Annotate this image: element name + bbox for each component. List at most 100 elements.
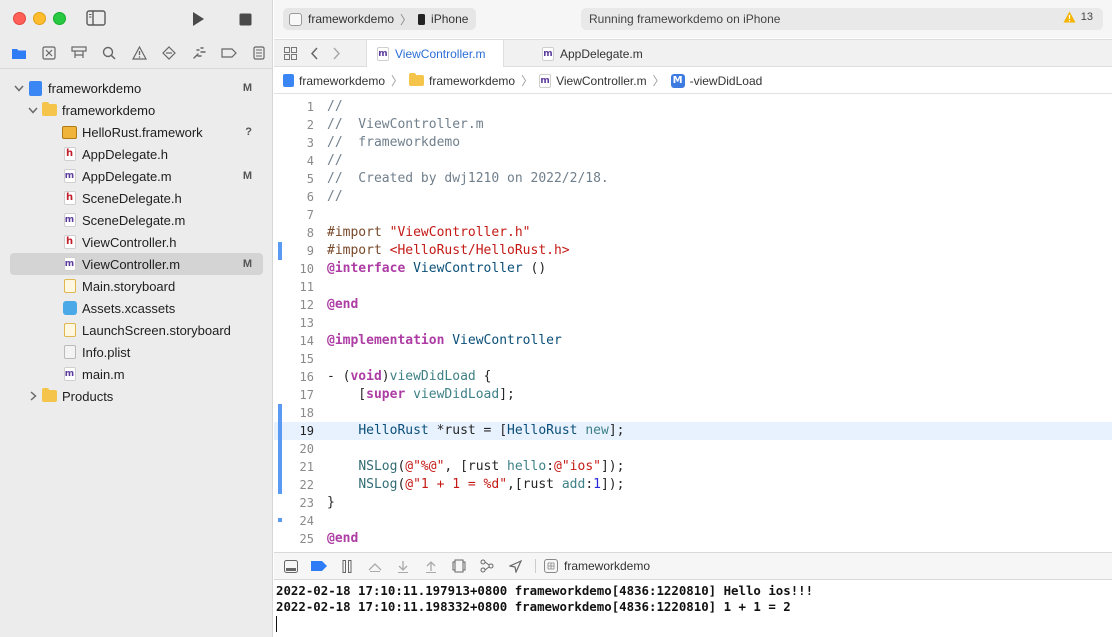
breadcrumb-file[interactable]: m ViewController.m (539, 73, 647, 88)
tree-item[interactable]: LaunchScreen.storyboard (0, 319, 273, 341)
tree-item[interactable]: h ViewController.h (0, 231, 273, 253)
line-number: 17 (299, 388, 314, 402)
code-line[interactable]: 4 // (274, 152, 1112, 170)
tree-item[interactable]: h SceneDelegate.h (0, 187, 273, 209)
project-navigator-icon[interactable] (9, 43, 29, 63)
code-line[interactable]: 13 (274, 314, 1112, 332)
test-navigator-icon[interactable] (159, 43, 179, 63)
navigator-selector-bar (0, 40, 273, 66)
tree-item[interactable]: Products (0, 385, 273, 407)
tree-item[interactable]: m ViewController.m M (10, 253, 263, 275)
chevron-down-icon[interactable] (28, 105, 38, 115)
source-control-navigator-icon[interactable] (39, 43, 59, 63)
code-line[interactable]: 5 // Created by dwj1210 on 2022/2/18. (274, 170, 1112, 188)
tree-item[interactable]: Main.storyboard (0, 275, 273, 297)
warning-count: 13 (1080, 11, 1093, 23)
change-indicator[interactable] (278, 518, 282, 522)
tree-item[interactable]: frameworkdemo M (0, 77, 273, 99)
code-line[interactable]: 6 // (274, 188, 1112, 206)
step-into-icon[interactable] (395, 558, 411, 574)
code-line[interactable]: 15 (274, 350, 1112, 368)
step-over-icon[interactable] (367, 558, 383, 574)
line-number: 15 (299, 352, 314, 366)
tab-appdelegate-m[interactable]: m AppDelegate.m (532, 40, 660, 67)
minimize-window-button[interactable] (33, 12, 46, 25)
code-line[interactable]: 9 #import <HelloRust/HelloRust.h> (274, 242, 1112, 260)
tree-item[interactable]: m main.m (0, 363, 273, 385)
code-line[interactable]: 12 @end (274, 296, 1112, 314)
change-indicator[interactable] (278, 404, 282, 494)
scheme-selector[interactable]: frameworkdemo 〉 iPhone (283, 8, 477, 30)
tree-item[interactable]: Info.plist (0, 341, 273, 363)
warning-icon[interactable] (129, 43, 149, 63)
tree-item-label: main.m (82, 366, 125, 382)
code-line[interactable]: 20 (274, 440, 1112, 458)
project-icon (28, 80, 43, 96)
hide-debug-area-icon[interactable] (283, 558, 299, 574)
code-line[interactable]: 18 (274, 404, 1112, 422)
console-line: 2022-02-18 17:10:11.198332+0800 framewor… (276, 599, 791, 614)
tree-item[interactable]: Assets.xcassets (0, 297, 273, 319)
search-icon[interactable] (99, 43, 119, 63)
tree-item[interactable]: HelloRust.framework? (0, 121, 273, 143)
back-arrow-icon[interactable] (306, 45, 322, 61)
tree-item-label: AppDelegate.m (82, 168, 172, 184)
tree-item-label: Info.plist (82, 344, 131, 360)
code-line[interactable]: 11 (274, 278, 1112, 296)
source-editor[interactable]: 1 // 2 // ViewController.m 3 // frameworkdemo… (274, 95, 1112, 551)
line-number: 10 (299, 262, 314, 276)
method-icon: M (670, 73, 685, 88)
debug-target[interactable]: frameworkdemo (535, 559, 650, 573)
change-indicator[interactable] (278, 242, 282, 260)
close-window-button[interactable] (13, 12, 26, 25)
breakpoints-toggle-icon[interactable] (311, 558, 327, 574)
run-button[interactable] (188, 9, 208, 29)
breadcrumb-symbol[interactable]: M -viewDidLoad (670, 73, 762, 88)
location-icon[interactable] (507, 558, 523, 574)
code-line[interactable]: 10 @interface ViewController () (274, 260, 1112, 278)
breadcrumb-project[interactable]: frameworkdemo (283, 74, 385, 88)
tree-item[interactable]: m SceneDelegate.m (0, 209, 273, 231)
tab-viewcontroller-m[interactable]: m ViewController.m (366, 40, 504, 67)
tree-item[interactable]: frameworkdemo (0, 99, 273, 121)
destination-name[interactable]: iPhone (431, 12, 468, 26)
code-text: // Created by dwj1210 on 2022/2/18. (327, 171, 609, 186)
code-line[interactable]: 21 NSLog(@"%@", [rust hello:@"ios"]); (274, 458, 1112, 476)
sidebar-toggle-icon[interactable] (86, 10, 106, 26)
code-line[interactable]: 23} (274, 494, 1112, 512)
code-line[interactable]: 16 - (void)viewDidLoad { (274, 368, 1112, 386)
jump-bar: frameworkdemo 〉 frameworkdemo 〉 m ViewCo… (274, 68, 1112, 94)
warning-indicator[interactable]: 13 (1063, 11, 1093, 23)
breadcrumb-group[interactable]: frameworkdemo (409, 73, 515, 88)
symbol-navigator-icon[interactable] (69, 43, 89, 63)
code-line[interactable]: 14 @implementation ViewController (274, 332, 1112, 350)
code-line[interactable]: 8 #import "ViewController.h" (274, 224, 1112, 242)
view-hierarchy-icon[interactable] (451, 558, 467, 574)
code-line[interactable]: 2 // ViewController.m (274, 116, 1112, 134)
code-line[interactable]: 17 [super viewDidLoad]; (274, 386, 1112, 404)
code-text: // (327, 153, 343, 168)
forward-arrow-icon[interactable] (328, 45, 344, 61)
code-line[interactable]: 22 NSLog(@"1 + 1 = %d",[rust add:1]); (274, 476, 1112, 494)
debug-navigator-icon[interactable] (189, 43, 209, 63)
report-navigator-icon[interactable] (249, 43, 269, 63)
status-text: Running frameworkdemo on iPhone (589, 12, 781, 26)
code-line[interactable]: 3 // frameworkdemo (274, 134, 1112, 152)
code-line[interactable]: 1 // (274, 98, 1112, 116)
grid-icon[interactable] (282, 45, 298, 61)
tree-item[interactable]: m AppDelegate.m M (0, 165, 273, 187)
step-out-icon[interactable] (423, 558, 439, 574)
console-output[interactable]: 2022-02-18 17:10:11.197913+0800 framewor… (274, 581, 1112, 637)
code-line[interactable]: 19 HelloRust *rust = [HelloRust new]; (274, 422, 1112, 440)
zoom-window-button[interactable] (53, 12, 66, 25)
chevron-right-icon[interactable] (28, 391, 38, 401)
memory-graph-icon[interactable] (479, 558, 495, 574)
tree-item[interactable]: h AppDelegate.h (0, 143, 273, 165)
code-line[interactable]: 25 @end (274, 530, 1112, 548)
stop-button[interactable] (236, 10, 254, 28)
breakpoint-navigator-icon[interactable] (219, 43, 239, 63)
code-line[interactable]: 24 (274, 512, 1112, 530)
chevron-down-icon[interactable] (14, 83, 24, 93)
code-line[interactable]: 7 (274, 206, 1112, 224)
pause-icon[interactable] (339, 558, 355, 574)
